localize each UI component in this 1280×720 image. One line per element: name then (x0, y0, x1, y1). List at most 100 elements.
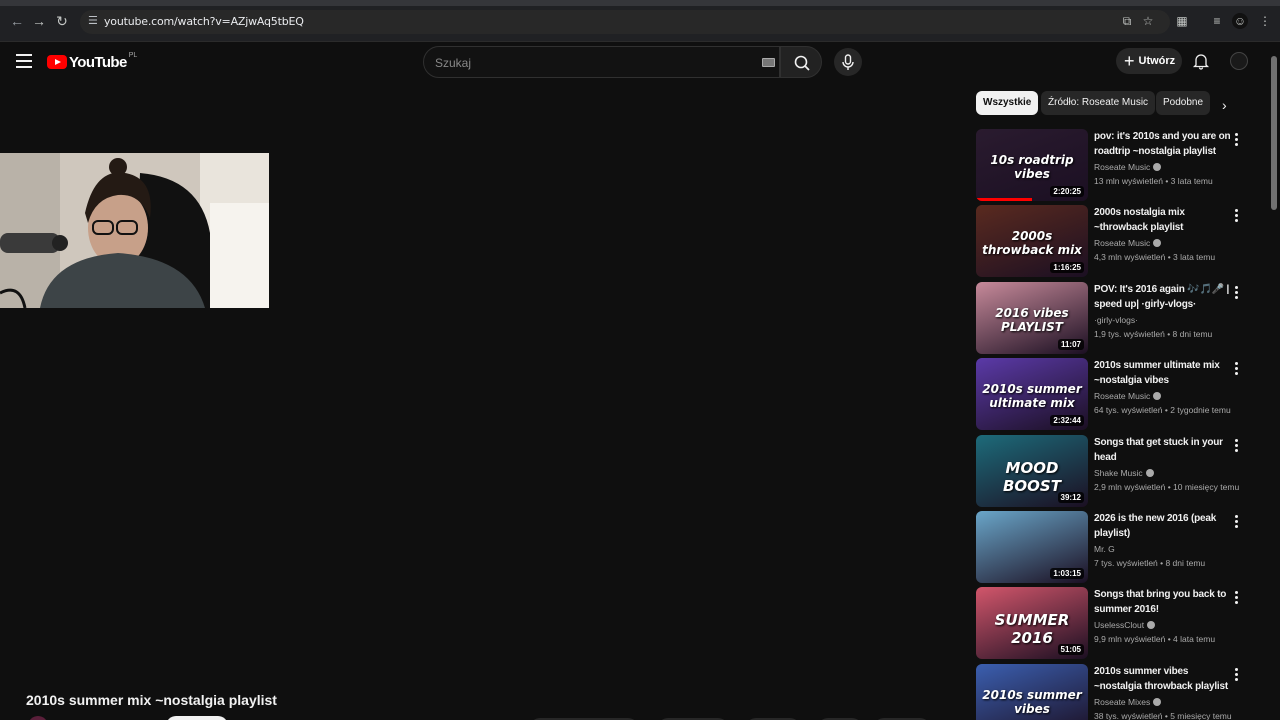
more-actions-icon[interactable] (1235, 668, 1241, 682)
install-app-icon[interactable]: ⧉ (1119, 13, 1135, 29)
recommendation-title[interactable]: pov: it's 2010s and you are on roadtrip … (1094, 129, 1232, 159)
subscribe-button[interactable] (166, 716, 228, 720)
search-input[interactable]: Szukaj (423, 46, 780, 78)
view-stats: 4,3 mln wyświetleń • 3 lata temu (1094, 252, 1216, 262)
profile-icon[interactable]: ☺ (1232, 13, 1248, 29)
video-thumbnail[interactable]: 1:03:15 (976, 511, 1088, 583)
video-thumbnail[interactable]: 10s roadtrip vibes 2:20:25 (976, 129, 1088, 201)
video-thumbnail[interactable]: MOOD BOOST 39:12 (976, 435, 1088, 507)
browser-toolbar: ← → ↻ ☰ youtube.com/watch?v=AZjwAq5tbEQ … (0, 0, 1280, 42)
view-stats: 1,9 tys. wyświetleń • 8 dni temu (1094, 329, 1213, 339)
recommendation-item[interactable]: 2010s summer ultimate mix 2:32:44 2010s … (976, 358, 1246, 430)
recommendation-meta: 2026 is the new 2016 (peak playlist) Mr.… (1094, 511, 1232, 568)
extensions-icon[interactable]: ▦ (1174, 13, 1190, 29)
bookmark-star-icon[interactable]: ☆ (1140, 13, 1156, 29)
recommendation-title[interactable]: Songs that bring you back to summer 2016… (1094, 587, 1232, 617)
site-info-icon[interactable]: ☰ (88, 14, 102, 28)
address-url: youtube.com/watch?v=AZjwAq5tbEQ (104, 15, 304, 28)
webcam-person-image (0, 153, 269, 308)
chip-source-channel[interactable]: Źródło: Roseate Music (1041, 91, 1156, 115)
channel-name[interactable]: UselessClout (1094, 620, 1232, 630)
video-thumbnail[interactable]: 2010s summer vibes 1:14:04 (976, 664, 1088, 720)
verified-badge-icon (1153, 163, 1162, 171)
youtube-play-logo-icon (47, 55, 67, 69)
video-thumbnail[interactable]: 2010s summer ultimate mix 2:32:44 (976, 358, 1088, 430)
channel-name[interactable]: Roseate Music (1094, 162, 1232, 172)
view-stats: 13 mln wyświetleń • 3 lata temu (1094, 176, 1213, 186)
thumbnail-text: MOOD BOOST (1003, 459, 1061, 495)
channel-name[interactable]: Mr. G (1094, 544, 1232, 554)
recommendation-meta: 2010s summer vibes ~nostalgia throwback … (1094, 664, 1232, 720)
create-button[interactable]: + Utwórz (1116, 48, 1182, 74)
create-label: Utwórz (1138, 55, 1176, 67)
channel-name[interactable]: Shake Music (1094, 468, 1232, 478)
recommendation-item[interactable]: 2000s throwback mix 1:16:25 2000s nostal… (976, 205, 1246, 277)
recommendation-meta: Songs that get stuck in your head Shake … (1094, 435, 1239, 492)
channel-name-text: UselessClout (1094, 620, 1145, 630)
recommendation-title[interactable]: Songs that get stuck in your head (1094, 435, 1232, 465)
more-actions-icon[interactable] (1235, 515, 1241, 529)
keyboard-icon[interactable] (762, 58, 775, 67)
channel-avatar[interactable] (28, 716, 48, 720)
recommendation-title[interactable]: 2000s nostalgia mix ~throwback playlist (1094, 205, 1232, 235)
address-bar[interactable]: ☰ youtube.com/watch?v=AZjwAq5tbEQ (80, 10, 1170, 34)
recommendation-meta: 2000s nostalgia mix ~throwback playlist … (1094, 205, 1232, 262)
channel-name[interactable]: Roseate Music (1094, 391, 1232, 401)
channel-name-text: Roseate Music (1094, 238, 1151, 248)
recommendation-meta: 2010s summer ultimate mix ~nostalgia vib… (1094, 358, 1232, 415)
duration-badge: 1:03:15 (1050, 568, 1084, 579)
forward-icon[interactable]: → (30, 12, 48, 30)
chevron-right-icon[interactable]: › (1222, 98, 1234, 112)
recommendation-meta: POV: It's 2016 again 🎶🎵🎤 | speed up| ·gi… (1094, 282, 1232, 339)
recommendation-title[interactable]: 2010s summer vibes ~nostalgia throwback … (1094, 664, 1232, 694)
channel-name[interactable]: ·girly-vlogs· (1094, 315, 1232, 325)
recommendation-item[interactable]: 1:03:15 2026 is the new 2016 (peak playl… (976, 511, 1246, 583)
recommendation-title[interactable]: POV: It's 2016 again 🎶🎵🎤 | speed up| ·gi… (1094, 282, 1232, 312)
account-avatar[interactable] (1230, 52, 1248, 70)
media-controls-icon[interactable]: ≡ (1209, 13, 1225, 29)
chip-all[interactable]: Wszystkie (976, 91, 1039, 115)
thumbnail-text: SUMMER 2016 (994, 611, 1070, 647)
more-actions-icon[interactable] (1235, 591, 1241, 605)
plus-icon: + (1124, 51, 1135, 71)
more-actions-icon[interactable] (1235, 286, 1241, 300)
chip-related[interactable]: Podobne (1156, 91, 1211, 115)
video-thumbnail[interactable]: 2000s throwback mix 1:16:25 (976, 205, 1088, 277)
thumbnail-text: 10s roadtrip vibes (990, 153, 1074, 181)
recommendation-item[interactable]: 2010s summer vibes 1:14:04 2010s summer … (976, 664, 1246, 720)
thumbnail-text: 2010s summer vibes (982, 688, 1082, 716)
voice-search-button[interactable] (834, 48, 862, 76)
video-thumbnail[interactable]: 2016 vibes PLAYLIST 11:07 (976, 282, 1088, 354)
page-scrollbar[interactable] (1268, 42, 1280, 720)
recommendation-meta: pov: it's 2010s and you are on roadtrip … (1094, 129, 1232, 186)
recommendation-title[interactable]: 2026 is the new 2016 (peak playlist) (1094, 511, 1232, 541)
video-title: 2010s summer mix ~nostalgia playlist (26, 692, 277, 708)
scrollbar-thumb[interactable] (1271, 56, 1277, 210)
video-thumbnail[interactable]: SUMMER 2016 51:05 (976, 587, 1088, 659)
verified-badge-icon (1153, 392, 1162, 400)
recommendation-item[interactable]: MOOD BOOST 39:12 Songs that get stuck in… (976, 435, 1246, 507)
more-actions-icon[interactable] (1235, 439, 1241, 453)
recommendation-item[interactable]: 2016 vibes PLAYLIST 11:07 POV: It's 2016… (976, 282, 1246, 354)
recommendation-item[interactable]: 10s roadtrip vibes 2:20:25 pov: it's 201… (976, 129, 1246, 201)
verified-badge-icon (1147, 621, 1156, 629)
youtube-logo[interactable]: YouTube PL (47, 52, 137, 72)
duration-badge: 2:20:25 (1050, 186, 1084, 197)
search-button[interactable] (780, 46, 822, 78)
notifications-bell-icon[interactable] (1192, 52, 1210, 70)
video-actions-row (0, 712, 960, 720)
back-icon[interactable]: ← (8, 12, 26, 30)
microphone-icon (842, 54, 854, 70)
duration-badge: 11:07 (1057, 339, 1084, 350)
channel-name[interactable]: Roseate Music (1094, 238, 1232, 248)
channel-name[interactable]: Roseate Mixes (1094, 697, 1232, 707)
reload-icon[interactable]: ↻ (53, 12, 71, 30)
more-actions-icon[interactable] (1235, 362, 1241, 376)
hamburger-menu-icon[interactable] (16, 54, 32, 68)
recommendation-item[interactable]: SUMMER 2016 51:05 Songs that bring you b… (976, 587, 1246, 659)
more-actions-icon[interactable] (1235, 209, 1241, 223)
recommendation-title[interactable]: 2010s summer ultimate mix ~nostalgia vib… (1094, 358, 1232, 388)
verified-badge-icon (1145, 469, 1154, 477)
more-actions-icon[interactable] (1235, 133, 1241, 147)
browser-menu-icon[interactable]: ⋮ (1257, 13, 1273, 29)
